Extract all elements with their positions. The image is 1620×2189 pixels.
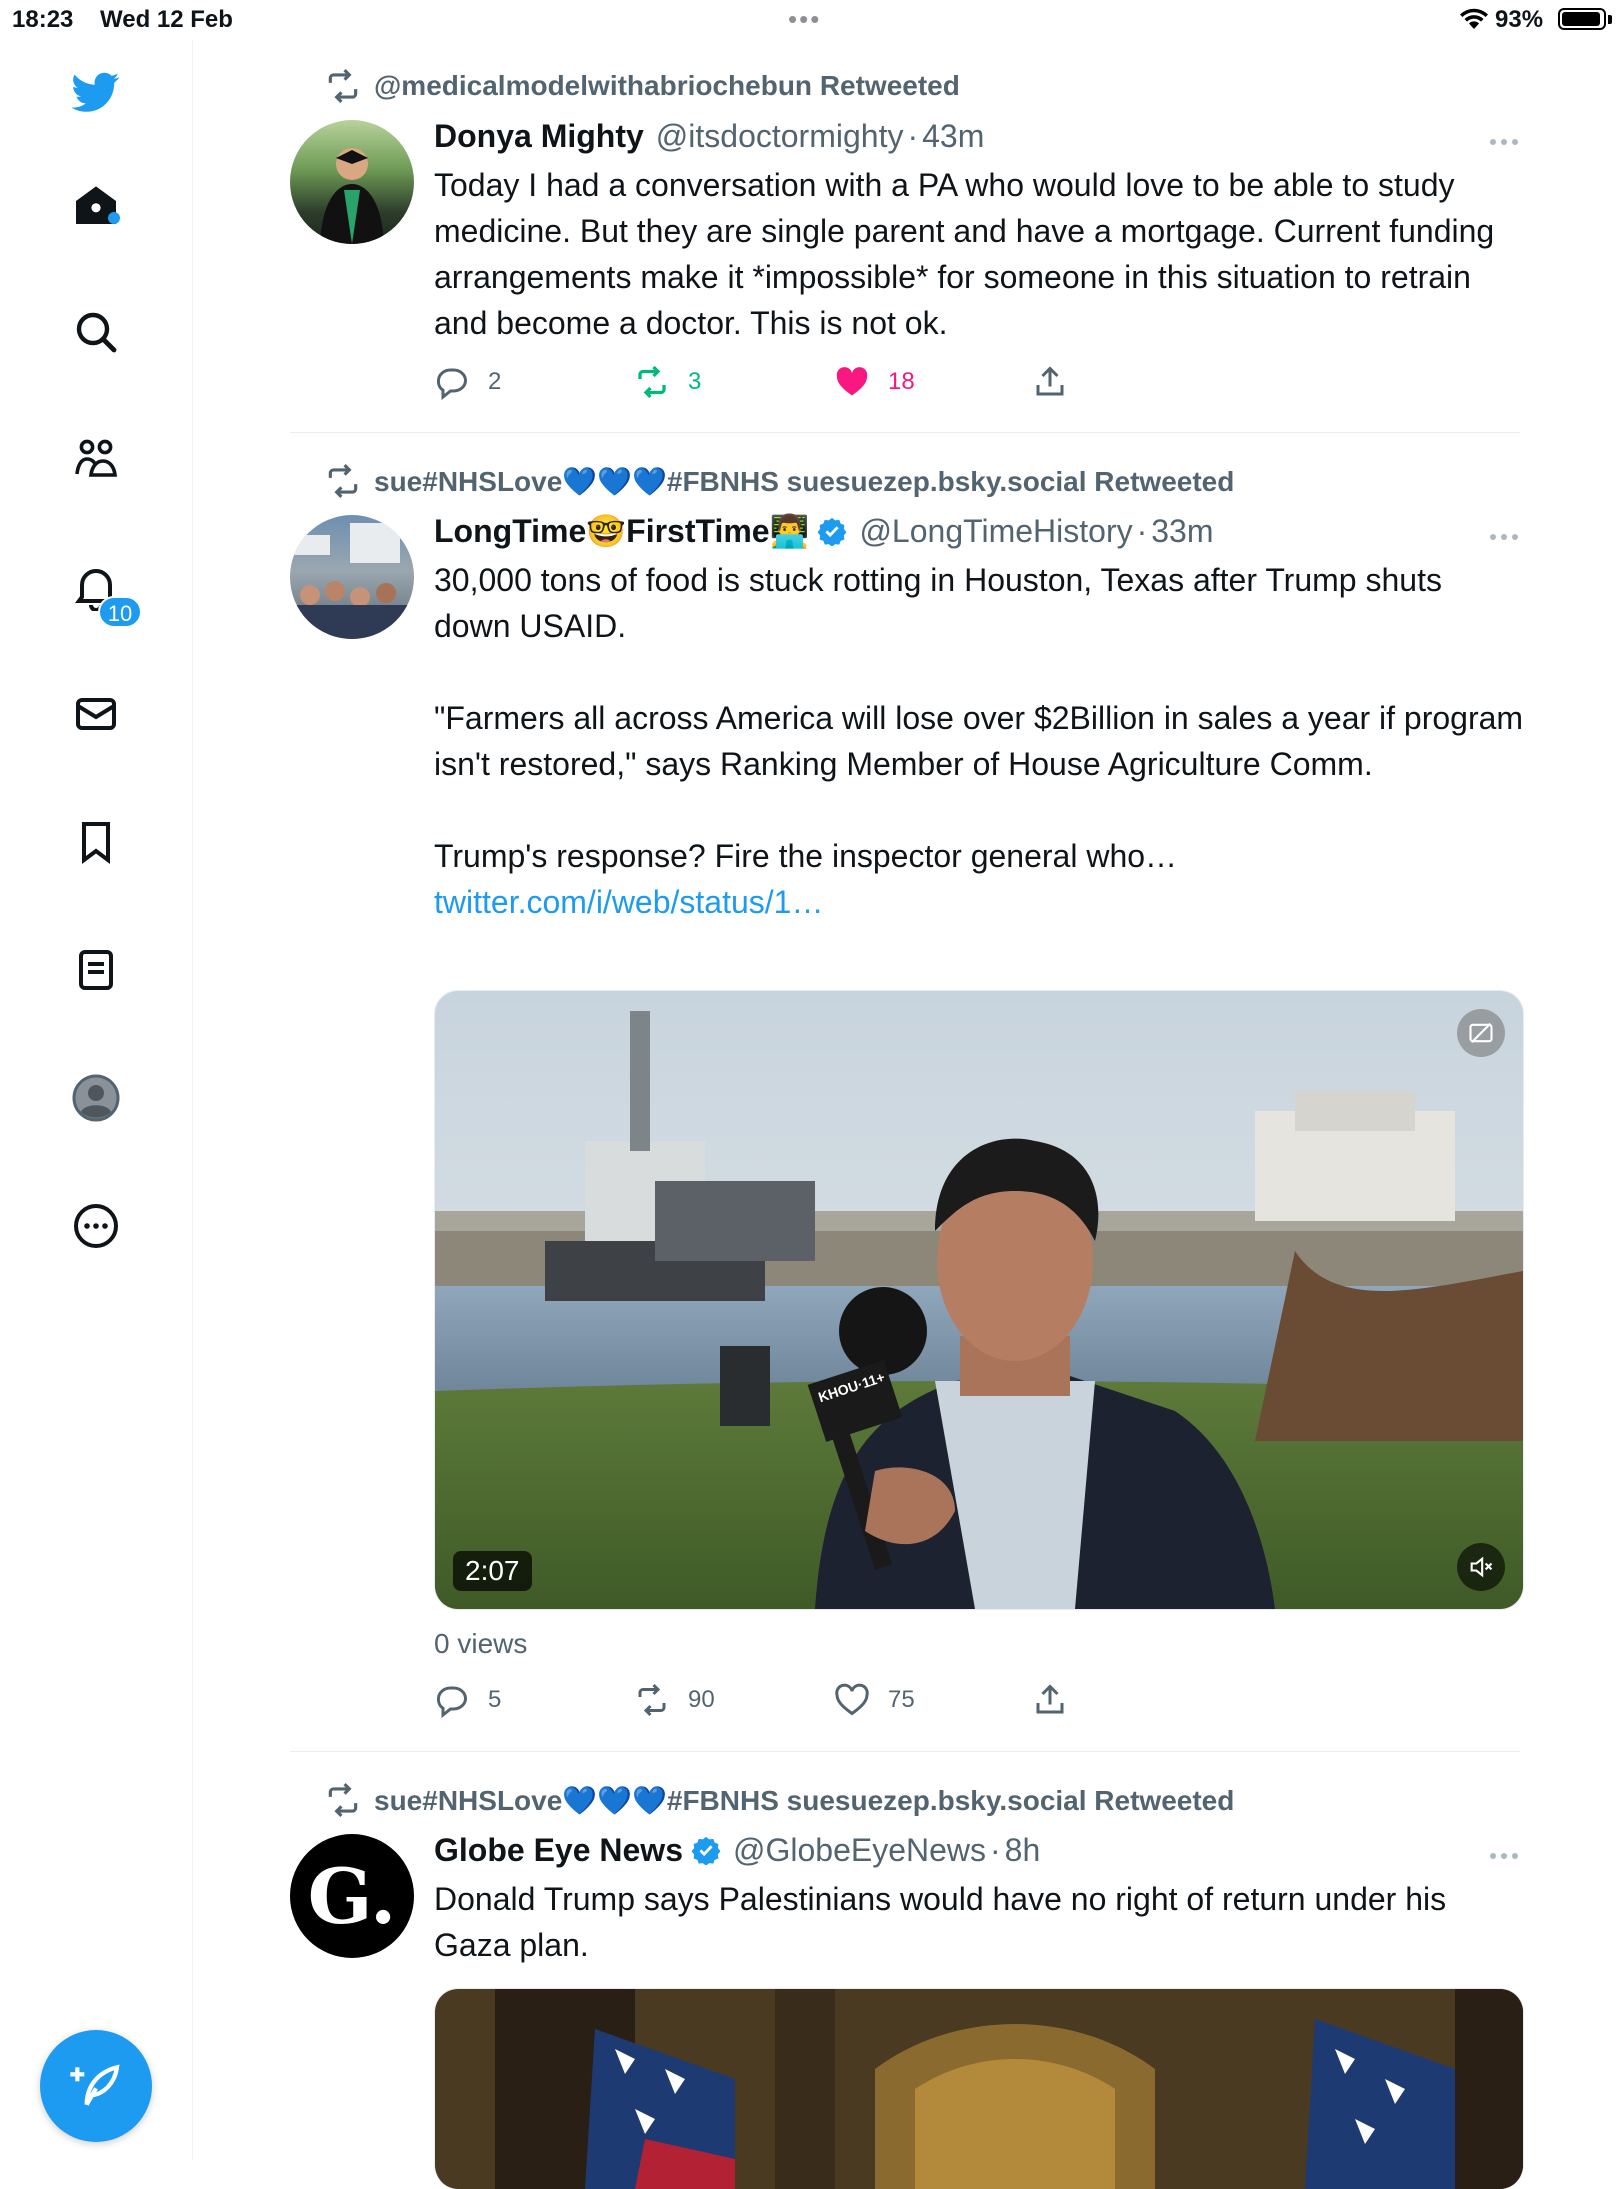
tweet-more-icon[interactable] [1488,132,1520,152]
like-button[interactable]: 18 [834,362,915,402]
battery-percent: 93% [1495,6,1544,33]
retweet-icon [328,1783,358,1817]
mute-icon[interactable] [1457,1543,1505,1591]
tweet-image[interactable] [434,1988,1524,2189]
retweet-count: 90 [688,1686,715,1713]
status-bar: 18:23 Wed 12 Feb ••• 93% [0,0,1620,40]
home-icon[interactable] [68,178,124,234]
retweet-button[interactable]: 90 [634,1680,715,1720]
heart-icon [835,1683,869,1716]
communities-icon[interactable] [68,431,124,487]
tweet-time[interactable]: 8h [1005,1832,1041,1869]
lists-icon[interactable] [68,942,124,998]
reply-button[interactable]: 5 [434,1680,501,1720]
retweeted-by-text: @medicalmodelwithabriochebun Retweeted [374,70,960,101]
compose-feather-icon [70,2064,120,2106]
tweet-link[interactable]: twitter.com/i/web/status/1… [434,884,823,920]
tweet-time[interactable]: 43m [922,118,984,155]
author-handle[interactable]: @itsdoctormighty [656,118,904,155]
retweet-icon [328,464,358,498]
separator-dot: · [990,1831,1001,1868]
retweet-count: 3 [688,368,702,395]
captions-icon[interactable] [1457,1009,1505,1057]
retweet-context: @medicalmodelwithabriochebun Retweeted [328,68,960,104]
tweet[interactable]: sue#NHSLove💙💙💙#FBNHS suesuezep.bsky.soci… [290,1774,1524,2189]
wifi-icon [1460,8,1488,29]
like-button[interactable]: 75 [834,1680,915,1720]
tweet-divider [290,1751,1520,1752]
author-avatar[interactable] [290,515,414,639]
retweeted-by-text: sue#NHSLove💙💙💙#FBNHS suesuezep.bsky.soci… [374,1784,1235,1816]
retweet-icon [638,365,666,399]
avatar-logo-letter: G. [307,1851,397,1941]
profile-avatar-icon[interactable] [68,1070,124,1126]
heart-filled-icon [836,367,868,396]
verified-badge-icon [691,1836,721,1865]
tweet-text: Donald Trump says Palestinians would hav… [434,1881,1455,1963]
reply-icon [436,1686,467,1718]
separator-dot: · [907,117,919,154]
status-date: Wed 12 Feb [100,6,233,33]
author-avatar[interactable]: G. [290,1834,414,1958]
retweet-context: sue#NHSLove💙💙💙#FBNHS suesuezep.bsky.soci… [328,463,1235,499]
author-avatar[interactable] [290,120,414,244]
tweet-more-icon[interactable] [1488,527,1520,547]
twitter-logo-icon[interactable] [68,64,124,120]
tweet-text: Today I had a conversation with a PA who… [434,167,1504,341]
like-count: 18 [888,368,915,395]
home-unread-dot [108,212,120,224]
separator-dot: · [1136,512,1148,549]
tweet[interactable]: sue#NHSLove💙💙💙#FBNHS suesuezep.bsky.soci… [290,455,1524,1745]
tweet-text: 30,000 tons of food is stuck rotting in … [434,557,1524,925]
notification-count-badge: 10 [98,596,142,628]
tweet-header: LongTime🤓FirstTime👨‍💻 @LongTimeHistory ·… [434,509,1214,553]
tweet-header: Donya Mighty @itsdoctormighty · 43m [434,114,984,158]
tweet-text-main: 30,000 tons of food is stuck rotting in … [434,562,1524,874]
photo-thumbnail [435,1989,1523,2189]
share-button[interactable] [1032,1680,1086,1720]
author-name[interactable]: LongTime🤓FirstTime👨‍💻 [434,512,809,550]
reply-count: 5 [488,1686,502,1713]
retweet-context: sue#NHSLove💙💙💙#FBNHS suesuezep.bsky.soci… [328,1782,1235,1818]
retweet-icon [638,1683,666,1717]
tweet-divider [290,432,1520,433]
share-button[interactable] [1032,362,1086,402]
author-handle[interactable]: @LongTimeHistory [859,513,1132,550]
author-name[interactable]: Globe Eye News [434,1832,683,1869]
multitasking-dots-icon[interactable]: ••• [788,4,821,35]
retweet-icon [328,69,358,103]
battery-icon [1558,8,1606,30]
reply-button[interactable]: 2 [434,362,501,402]
video-thumbnail [435,991,1523,1609]
compose-tweet-button[interactable] [40,2030,152,2142]
video-duration: 2:07 [453,1551,532,1591]
tweet-more-icon[interactable] [1488,1846,1520,1866]
tweet-header: Globe Eye News @GlobeEyeNews · 8h [434,1828,1040,1872]
tweet[interactable]: @medicalmodelwithabriochebun Retweeted D… [290,60,1520,430]
author-handle[interactable]: @GlobeEyeNews [733,1832,986,1869]
search-icon[interactable] [68,304,124,360]
status-time: 18:23 [12,6,74,33]
reply-count: 2 [488,368,502,395]
messages-envelope-icon[interactable] [68,686,124,742]
tweet-video[interactable]: KHOU·11+ 2:07 [434,990,1524,1610]
retweet-button[interactable]: 3 [634,362,701,402]
bookmarks-icon[interactable] [68,814,124,870]
reply-icon [436,368,467,400]
verified-badge-icon [818,517,847,546]
tweet-time[interactable]: 33m [1151,513,1213,550]
tweet-actions: 5 90 75 [434,1680,1134,1720]
retweeted-by-text: sue#NHSLove💙💙💙#FBNHS suesuezep.bsky.soci… [374,465,1235,497]
like-count: 75 [888,1686,915,1713]
tweet-actions: 2 3 18 [434,362,1134,402]
more-options-icon[interactable] [68,1198,124,1254]
share-icon [1036,366,1064,396]
share-icon [1036,1684,1064,1714]
view-count: 0 views [434,1628,528,1659]
sidebar: 10 [0,40,193,2160]
author-name[interactable]: Donya Mighty [434,118,644,155]
